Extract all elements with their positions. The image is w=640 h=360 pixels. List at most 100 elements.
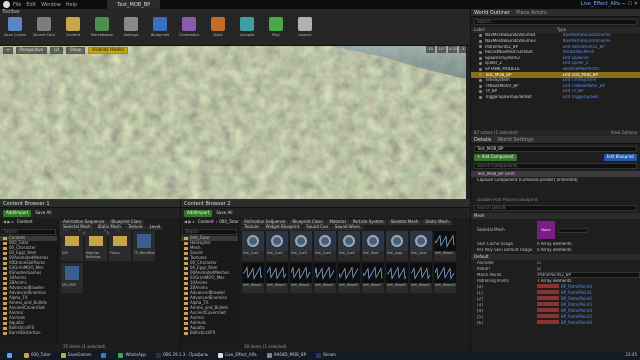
patrol-array-value[interactable]: BP_PatrolPoint3 bbox=[537, 302, 640, 308]
components-search-input[interactable]: Search Components bbox=[474, 163, 637, 169]
toolbar-button-1[interactable]: Source Control bbox=[33, 17, 55, 37]
taskbar-item[interactable]: 000_Tutor bbox=[21, 351, 54, 360]
menu-help[interactable]: Help bbox=[66, 2, 77, 8]
outliner-row[interactable]: TPBookMotor_BP Edit TPBookMotor_BP bbox=[471, 83, 640, 89]
sound-asset-tile[interactable]: Heli_Wave3 bbox=[266, 263, 288, 293]
cb2-save-all-button[interactable]: Save All bbox=[216, 210, 232, 216]
sound-asset-tile[interactable]: Heli_Wave1 bbox=[434, 231, 456, 261]
toolbar-button-10[interactable]: Launch bbox=[294, 17, 316, 37]
visibility-eye-icon[interactable] bbox=[479, 56, 482, 60]
outliner-row-type[interactable]: SkeletalMeshActor bbox=[563, 67, 640, 72]
visibility-eye-icon[interactable] bbox=[479, 34, 482, 38]
outliner-row-type[interactable]: RecastNavMesh bbox=[563, 50, 640, 55]
asset-tile[interactable]: Highrise Buildings bbox=[85, 231, 107, 261]
cb2-add-import-button[interactable]: Add/Import bbox=[184, 209, 213, 217]
outliner-row-type[interactable]: NavMeshBoundsVolume bbox=[563, 33, 640, 38]
outliner-row[interactable]: TP_BP Edit TP_BP bbox=[471, 89, 640, 95]
outliner-row[interactable]: NavMeshBoundsVolume4 NavMeshBoundsVolume bbox=[471, 33, 640, 39]
taskbar-item[interactable] bbox=[98, 351, 111, 360]
cb1-title[interactable]: Content Browser 1 bbox=[3, 201, 50, 207]
sound-asset-tile[interactable]: Heli_Wave7 bbox=[362, 263, 384, 293]
level-viewport[interactable]: ▾ Perspective Lit Show Visibility Hidden… bbox=[0, 46, 470, 199]
menu-edit[interactable]: Edit bbox=[26, 2, 36, 8]
sound-asset-tile[interactable]: Heli_Cue4 bbox=[314, 231, 336, 261]
patrol-array-value[interactable]: BP_PatrolPoint5 bbox=[537, 314, 640, 320]
animate-checkbox[interactable]: ☐ bbox=[537, 261, 640, 266]
sound-asset-tile[interactable]: Heli_Start bbox=[362, 231, 384, 261]
cb1-add-import-button[interactable]: Add/Import bbox=[3, 209, 32, 217]
outliner-row[interactable]: SPTANK_MODELS SkeletalMeshActor bbox=[471, 67, 640, 73]
outliner-row[interactable]: TimeSystem Edit TimeSystem bbox=[471, 78, 640, 84]
patrol-array-value[interactable]: BP_PatrolPoint4 bbox=[537, 308, 640, 314]
outliner-row[interactable]: RecastNavMesh-Default RecastNavMesh bbox=[471, 50, 640, 56]
menu-file[interactable]: File bbox=[13, 2, 21, 8]
outliner-row[interactable]: spider_2 Edit spider_2 bbox=[471, 61, 640, 67]
view-options-button[interactable]: View Options bbox=[611, 130, 637, 136]
patrol-array-value[interactable]: BP_PatrolPoint0 bbox=[537, 284, 640, 290]
edit-blueprint-button[interactable]: Edit Blueprint bbox=[603, 154, 637, 161]
component-capsule[interactable]: Capsule Component (CollisionCylinder) (I… bbox=[471, 177, 640, 183]
visibility-eye-icon[interactable] bbox=[479, 51, 482, 55]
cb1-tree-item[interactable]: BarrelDistortion bbox=[0, 330, 57, 336]
sound-asset-tile[interactable]: Heli_Cue5 bbox=[338, 231, 360, 261]
cb1-save-all-button[interactable]: Save All bbox=[35, 210, 51, 216]
window-controls[interactable]: — ☐ ✕ bbox=[621, 1, 638, 7]
perspective-button[interactable]: Perspective bbox=[16, 46, 48, 54]
unreal-logo-icon[interactable] bbox=[3, 1, 10, 8]
visibility-eye-icon[interactable] bbox=[479, 45, 482, 49]
sound-asset-tile[interactable]: Heli_Cue3 bbox=[290, 231, 312, 261]
toolbar-button-5[interactable]: Blueprints bbox=[149, 17, 171, 37]
sound-asset-tile[interactable]: Heli_Wave10 bbox=[434, 263, 456, 293]
visibility-eye-icon[interactable] bbox=[479, 67, 482, 71]
viewport-options-button[interactable]: ▾ bbox=[3, 46, 14, 54]
outliner-row-type[interactable]: Edit TimeSystem bbox=[563, 78, 640, 83]
cb2-nav-icon[interactable]: ◀ ▶ ▸ bbox=[184, 219, 195, 225]
start-button[interactable] bbox=[4, 351, 17, 360]
toolbar-button-2[interactable]: Content bbox=[62, 17, 84, 37]
visibility-eye-icon[interactable] bbox=[479, 73, 482, 77]
sound-asset-tile[interactable]: Heli_Cue1 bbox=[242, 231, 264, 261]
toolbar-button-7[interactable]: Build bbox=[207, 17, 229, 37]
sound-asset-tile[interactable]: Heli_Wave2 bbox=[242, 263, 264, 293]
visibility-eye-icon[interactable] bbox=[479, 95, 482, 99]
tab-world-settings[interactable]: World Settings bbox=[497, 137, 533, 143]
outliner-row-type[interactable]: Edit TPBookMotor_BP bbox=[563, 84, 640, 89]
details-search-input[interactable]: Search Details bbox=[474, 205, 637, 211]
asset-tile[interactable]: SM_FREE bbox=[61, 263, 83, 293]
outliner-search-input[interactable]: Search... bbox=[474, 19, 637, 25]
sound-asset-tile[interactable]: Heli_Cue2 bbox=[266, 231, 288, 261]
level-tab[interactable]: Test_MOB_BP bbox=[107, 0, 161, 9]
patrol-array-value[interactable]: BP_PatrolPoint6 bbox=[537, 320, 640, 326]
taskbar-item[interactable]: SaveGames bbox=[58, 351, 95, 360]
show-button[interactable]: Show bbox=[66, 46, 85, 54]
visibility-eye-icon[interactable] bbox=[479, 62, 482, 66]
visibility-hidden-button[interactable]: Visibility Hidden bbox=[87, 46, 129, 54]
outliner-row-type[interactable]: Edit spider_2 bbox=[563, 61, 640, 66]
cb2-tree-search[interactable]: Search bbox=[182, 229, 237, 235]
taskbar-item[interactable]: OBS 29.1.3 - Профиль bbox=[153, 351, 211, 360]
lit-button[interactable]: Lit bbox=[50, 46, 64, 54]
tab-world-outliner[interactable]: World Outliner bbox=[474, 10, 510, 16]
sound-asset-tile[interactable]: Heli_Wave4 bbox=[290, 263, 312, 293]
toolbar-button-0[interactable]: Save Current bbox=[4, 17, 26, 37]
grid-snap-button[interactable]: 10 bbox=[426, 46, 435, 53]
visibility-eye-icon[interactable] bbox=[479, 90, 482, 94]
add-component-button[interactable]: + Add Component bbox=[474, 154, 517, 161]
asset-tile[interactable]: 000 bbox=[61, 231, 83, 261]
outliner-row-type[interactable]: Edit PatrolPoints2_BP bbox=[563, 45, 640, 50]
outliner-row[interactable]: Test_MOB_BP Edit Test_MOB_BP bbox=[471, 72, 640, 78]
sound-asset-tile[interactable]: Heli_Wave6 bbox=[338, 263, 360, 293]
outliner-row[interactable]: PatrolPoints2_BP Edit PatrolPoints2_BP bbox=[471, 44, 640, 50]
outliner-row[interactable]: TriggerSpawnSpiderBot Edit TriggerSpawn bbox=[471, 95, 640, 101]
visibility-eye-icon[interactable] bbox=[479, 39, 482, 43]
taskbar-item[interactable]: WhatsApp bbox=[115, 351, 148, 360]
outliner-row-type[interactable]: NavMeshBoundsVolume bbox=[563, 39, 640, 44]
outliner-row[interactable]: SpawnerSystem2 Edit Spawner bbox=[471, 55, 640, 61]
cb2-filter-chip[interactable]: Static Mesh bbox=[422, 219, 452, 225]
toolbar-button-9[interactable]: Play bbox=[265, 17, 287, 37]
taskbar-item[interactable]: Live_Effect_Alfa bbox=[215, 351, 259, 360]
tab-details[interactable]: Details bbox=[474, 137, 491, 143]
actor-name-field[interactable]: Test_MOB_BP bbox=[474, 146, 637, 152]
rotation-snap-button[interactable]: 10° bbox=[437, 46, 446, 53]
scale-snap-button[interactable]: 0.25 bbox=[448, 46, 457, 53]
